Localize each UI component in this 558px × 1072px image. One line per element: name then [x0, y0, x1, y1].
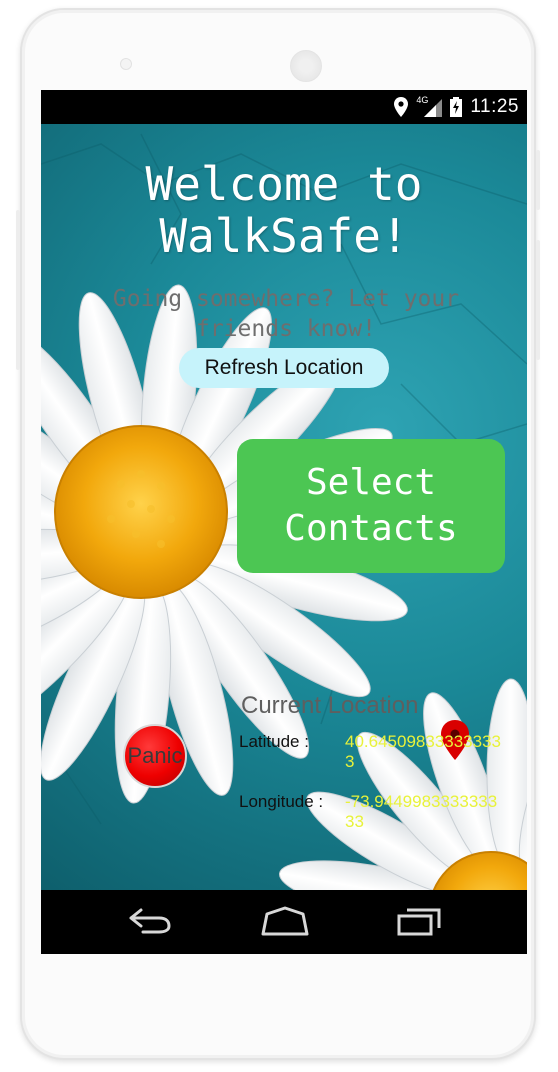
select-contacts-label-line1: Select: [305, 462, 437, 503]
subtitle: Going somewhere? Let your friends know!: [112, 286, 460, 342]
select-contacts-label-line2: Contacts: [284, 508, 458, 549]
side-button-left: [16, 210, 20, 370]
status-icons: 4G 11:25: [394, 95, 519, 118]
location-pin-icon: [394, 97, 409, 117]
navigation-bar: [41, 890, 527, 954]
earpiece-speaker: [290, 50, 322, 82]
longitude-label: Longitude :: [239, 792, 324, 811]
latitude-label: Latitude :: [239, 732, 309, 751]
welcome-title-line2: WalkSafe!: [159, 209, 409, 263]
screen: 4G 11:25 Welcome to WalkSafe! Going some…: [41, 90, 527, 954]
longitude-value: -73.944998333333333: [345, 792, 498, 831]
status-time: 11:25: [470, 96, 519, 117]
latitude-value: 40.645098333333333: [345, 732, 501, 771]
battery-charging-icon: [450, 97, 463, 117]
side-button-right: [536, 150, 540, 210]
recent-apps-icon[interactable]: [393, 904, 445, 938]
current-location-heading: Current Location: [241, 692, 419, 719]
proximity-sensor: [120, 58, 132, 70]
volume-button-right: [536, 240, 540, 360]
4g-signal-icon: 4G: [416, 95, 443, 117]
welcome-title-line1: Welcome to: [145, 157, 423, 211]
panic-button[interactable]: Panic: [123, 724, 187, 788]
home-icon[interactable]: [257, 904, 313, 938]
app-content: Welcome to WalkSafe! Going somewhere? Le…: [41, 124, 527, 890]
back-icon[interactable]: [123, 904, 175, 938]
select-contacts-button[interactable]: Select Contacts: [237, 439, 505, 573]
status-bar: 4G 11:25: [41, 90, 527, 124]
refresh-location-button[interactable]: Refresh Location: [179, 348, 389, 388]
welcome-title: Welcome to WalkSafe!: [41, 158, 527, 262]
